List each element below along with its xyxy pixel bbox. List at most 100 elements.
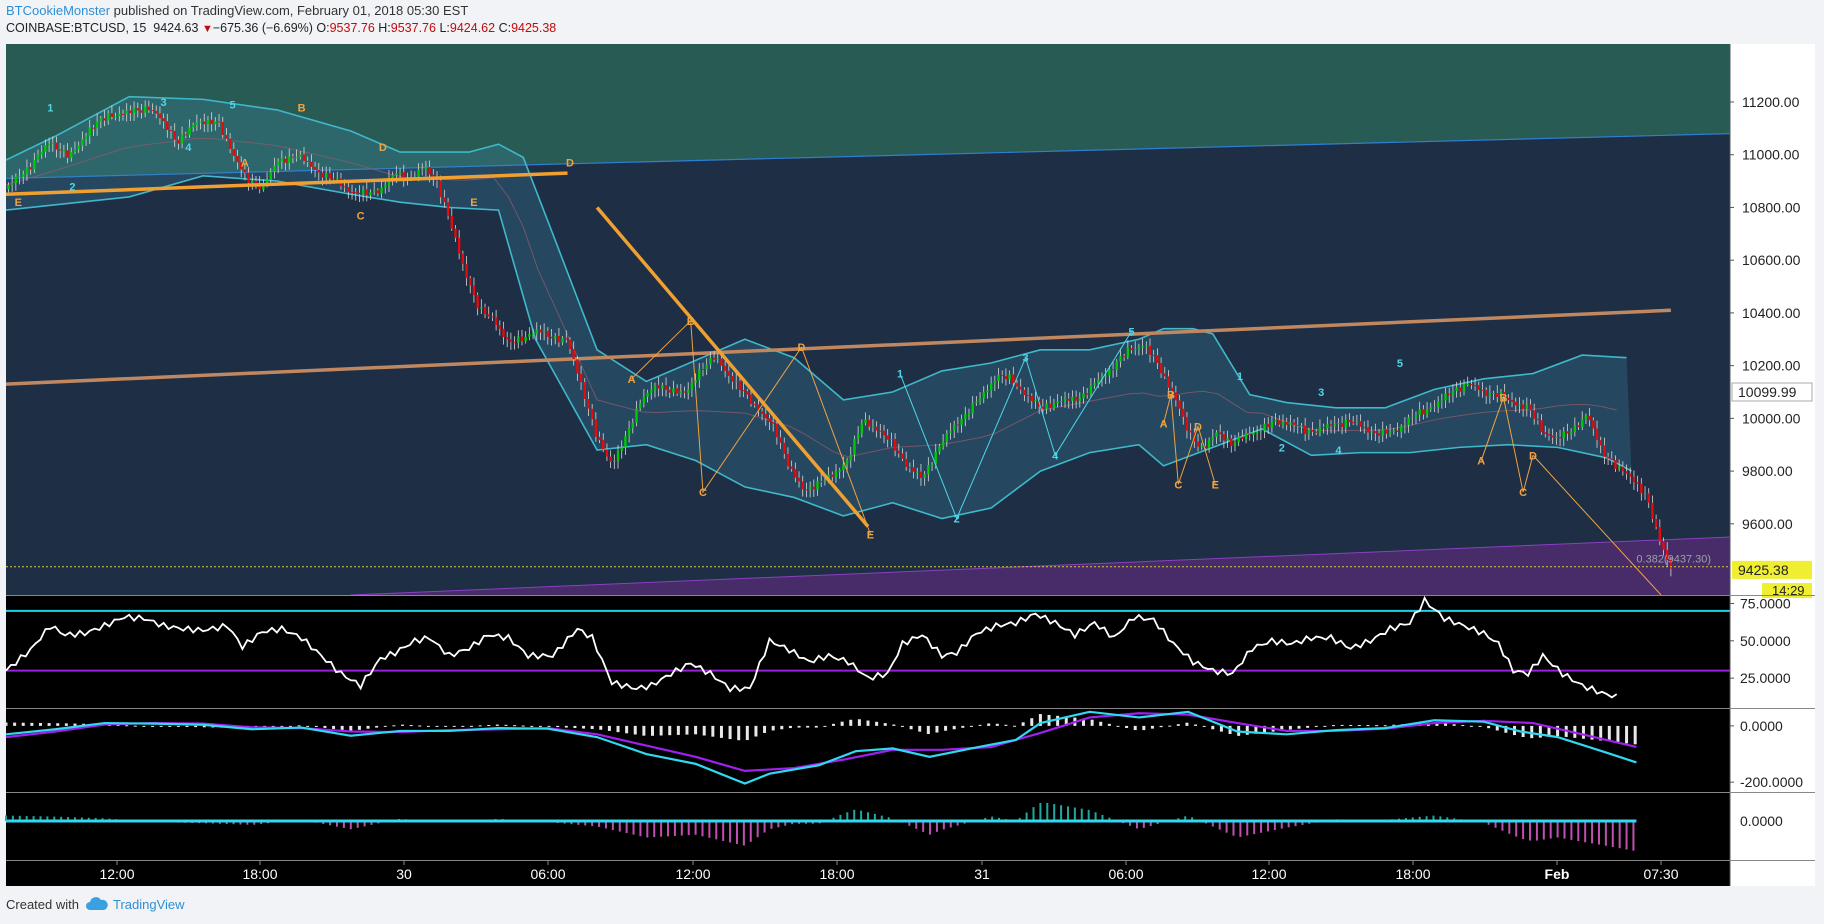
candle-body xyxy=(919,471,923,478)
candle-body xyxy=(306,160,309,162)
macd-hist-bar xyxy=(401,724,405,726)
osc-hist-bar xyxy=(1584,821,1587,843)
macd-hist-bar xyxy=(763,725,767,733)
candle-body xyxy=(1041,406,1045,409)
macd-hist-bar xyxy=(1375,725,1379,727)
candle-body xyxy=(110,113,114,117)
macd-hist-bar xyxy=(1366,725,1370,727)
candle-body xyxy=(84,136,88,140)
macd-hist-bar xyxy=(409,725,413,727)
osc-hist-bar xyxy=(1032,807,1035,821)
wave-label-cyan: 2 xyxy=(954,514,960,526)
candle-body xyxy=(273,165,276,172)
candle-body xyxy=(1400,426,1403,432)
candle-body xyxy=(1529,404,1532,411)
tradingview-link[interactable]: TradingView xyxy=(113,897,185,912)
macd-hist-bar xyxy=(444,725,448,727)
candle-body xyxy=(332,178,335,180)
candle-body xyxy=(1418,409,1421,415)
candle-body xyxy=(1459,387,1462,392)
macd-hist-bar xyxy=(504,724,508,726)
candle-body xyxy=(1211,436,1214,441)
candle-body xyxy=(1056,401,1059,404)
candle-body xyxy=(1496,392,1499,397)
time-tick-label: 31 xyxy=(974,866,990,882)
created-with-text: Created with xyxy=(6,897,79,912)
candle-body xyxy=(310,161,313,167)
osc-hist-bar xyxy=(646,821,649,838)
candle-body xyxy=(129,110,132,114)
candle-body xyxy=(1026,395,1030,397)
candle-body xyxy=(1134,348,1137,351)
candle-body xyxy=(36,154,40,161)
price-tick-label: 9600.00 xyxy=(1742,516,1793,532)
candle-body xyxy=(953,424,956,431)
price-tick-label: 11000.00 xyxy=(1742,147,1800,163)
chart-canvas[interactable]: 1 2 3 4 5 1 2 3 4 5 1 2 3 4 5 E A B C D E D A B C D E A B C D E A B C D 0.38… xyxy=(0,0,1824,924)
candle-body xyxy=(1303,425,1307,435)
macd-hist-bar xyxy=(418,725,422,727)
price-tag-label: 9425.38 xyxy=(1738,562,1789,578)
candle-body xyxy=(66,150,69,158)
candle-body xyxy=(361,189,365,195)
candle-body xyxy=(1281,421,1285,425)
macd-hist-bar xyxy=(125,725,129,727)
macd-hist-bar xyxy=(1021,722,1025,726)
candle-body xyxy=(771,422,775,424)
macd-hist-bar xyxy=(176,725,180,727)
time-tick-label: 06:00 xyxy=(530,866,565,882)
candle-body xyxy=(801,481,804,490)
candle-body xyxy=(1289,422,1292,425)
candle-body xyxy=(480,307,483,309)
candle-body xyxy=(838,470,841,472)
osc-hist-bar xyxy=(1232,821,1235,836)
candle-body xyxy=(143,106,147,113)
macd-hist-bar xyxy=(1487,725,1491,729)
macd-hist-bar xyxy=(1288,725,1292,730)
candle-body xyxy=(1451,390,1455,395)
candle-body xyxy=(1063,398,1067,402)
candle-body xyxy=(860,423,864,434)
candle-body xyxy=(22,174,25,177)
osc-hist-bar xyxy=(922,821,925,832)
macd-hist-bar xyxy=(1056,715,1060,726)
macd-hist-bar xyxy=(151,725,155,727)
macd-hist-bar xyxy=(323,725,327,728)
macd-hist-bar xyxy=(297,725,301,727)
osc-hist-bar xyxy=(1080,808,1083,821)
candle-body xyxy=(1329,424,1333,426)
candle-body xyxy=(284,158,287,163)
candle-body xyxy=(879,430,882,432)
candle-body xyxy=(1215,432,1218,437)
candle-body xyxy=(975,401,978,403)
candle-body xyxy=(1640,483,1643,494)
macd-hist-bar xyxy=(1616,725,1620,743)
candle-body xyxy=(1407,417,1410,425)
candle-body xyxy=(1632,476,1636,483)
candle-body xyxy=(391,175,394,178)
osc-hist-bar xyxy=(935,821,938,832)
osc-hist-bar xyxy=(756,821,759,838)
candle-body xyxy=(927,465,930,475)
candle-body xyxy=(886,435,889,440)
candle-body xyxy=(461,253,465,265)
candle-body xyxy=(1270,421,1274,428)
candle-body xyxy=(938,446,941,452)
candle-body xyxy=(81,139,84,146)
macd-hist-bar xyxy=(1633,725,1637,745)
candle-body xyxy=(1536,418,1540,421)
candle-body xyxy=(18,176,21,178)
candle-body xyxy=(1348,419,1351,423)
candle-body xyxy=(901,453,904,459)
time-tick-label: 07:30 xyxy=(1643,866,1678,882)
wave-label-cyan: 5 xyxy=(1128,326,1134,338)
candle-body xyxy=(941,441,945,447)
candle-body xyxy=(753,404,756,406)
candle-body xyxy=(971,402,974,414)
candle-body xyxy=(1470,384,1473,386)
candle-body xyxy=(188,127,191,136)
candle-body xyxy=(768,418,771,423)
wave-label-cyan: 4 xyxy=(1052,450,1059,462)
macd-hist-bar xyxy=(616,725,620,733)
candle-body xyxy=(616,450,620,461)
